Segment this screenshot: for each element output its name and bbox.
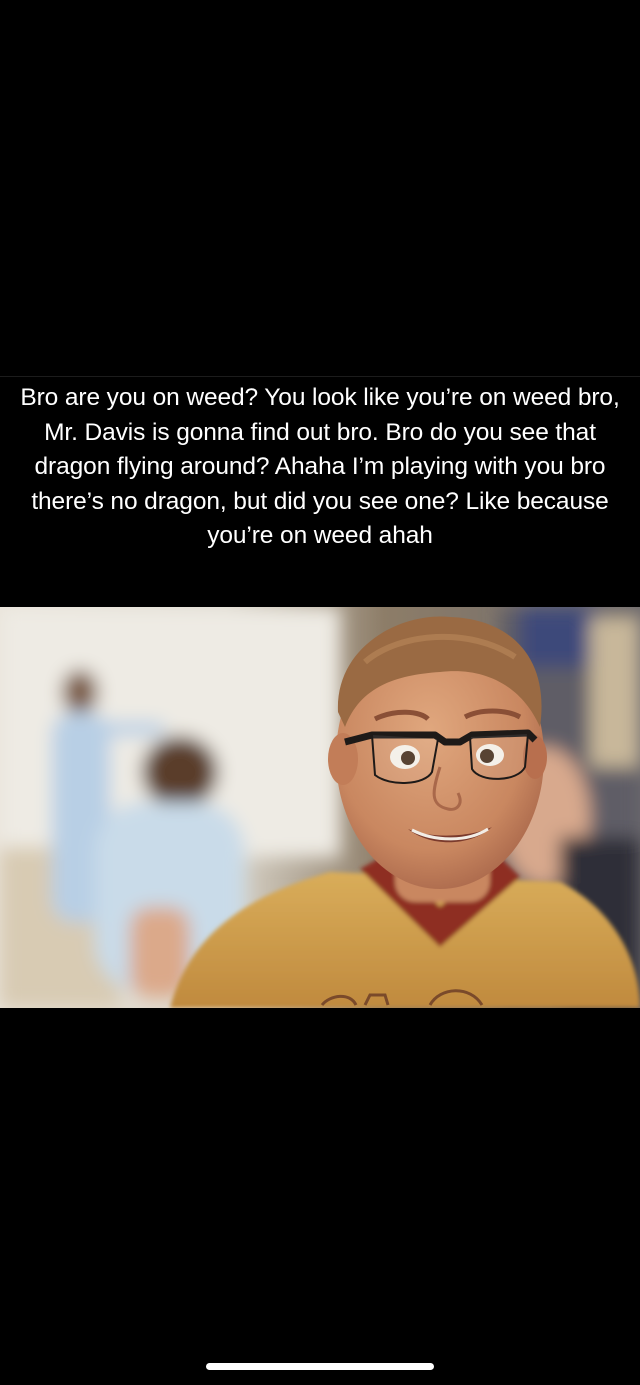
meme-caption: Bro are you on weed? You look like you’r… <box>20 384 620 549</box>
home-indicator-bar[interactable] <box>206 1363 434 1370</box>
meme-image <box>0 607 640 1008</box>
screenshot-screen: Bro are you on weed? You look like you’r… <box>0 0 640 1385</box>
caption-divider <box>0 376 640 377</box>
